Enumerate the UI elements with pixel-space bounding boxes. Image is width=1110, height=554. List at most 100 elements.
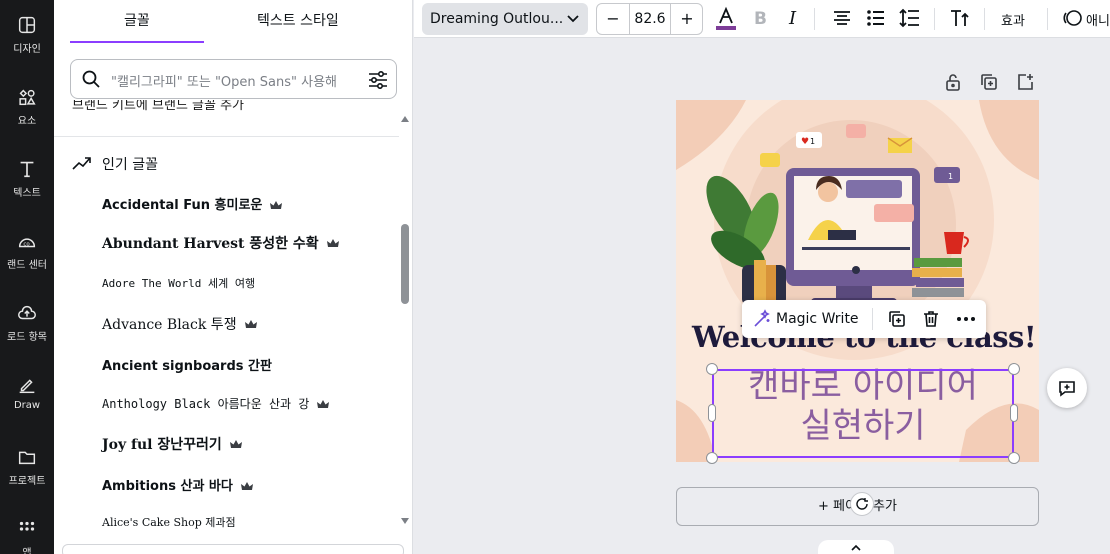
more-options-icon[interactable]	[955, 309, 977, 329]
resize-handle-left[interactable]	[708, 404, 716, 422]
elements-icon	[19, 89, 36, 106]
svg-text:♥: ♥	[801, 137, 809, 147]
svg-text:co: co	[23, 242, 30, 248]
design-icon	[18, 16, 36, 34]
animate-icon[interactable]	[1060, 6, 1084, 30]
rail-item-apps[interactable]: 앱	[0, 516, 54, 554]
font-option[interactable]: Ancient signboards 간판	[102, 355, 272, 374]
lock-icon[interactable]	[943, 72, 963, 92]
trash-icon[interactable]	[921, 309, 941, 329]
toolbar-divider	[1047, 8, 1048, 30]
magic-wand-icon	[754, 309, 770, 327]
draw-icon	[19, 379, 35, 394]
increase-size-button[interactable]: +	[671, 4, 703, 34]
selection-box[interactable]	[712, 369, 1014, 458]
filter-icon[interactable]	[367, 69, 389, 91]
upload-icon	[18, 305, 36, 320]
scrollbar-thumb[interactable]	[401, 224, 409, 304]
panel-tabs: 글꼴 텍스트 스타일	[54, 0, 412, 44]
font-option[interactable]: Joy ful 장난꾸러기	[102, 434, 242, 454]
add-page-icon[interactable]	[1015, 72, 1035, 92]
font-option[interactable]: Alice's Cake Shop 제과점	[102, 514, 236, 530]
rail-label: 로드 항목	[7, 332, 47, 343]
crown-icon	[244, 320, 257, 328]
resize-handle-tl[interactable]	[706, 363, 718, 375]
scroll-down-arrow[interactable]	[401, 518, 409, 524]
rail-label: 프로젝트	[8, 476, 46, 487]
svg-text:I: I	[788, 8, 797, 29]
resize-handle-bl[interactable]	[706, 452, 718, 464]
crown-icon	[229, 440, 242, 448]
resize-handle-right[interactable]	[1010, 404, 1018, 422]
resize-handle-br[interactable]	[1008, 452, 1020, 464]
font-option[interactable]: Abundant Harvest 풍성한 수확	[102, 233, 339, 253]
text-color-icon[interactable]	[714, 6, 738, 30]
tab-fonts[interactable]: 글꼴	[124, 10, 150, 30]
font-size-stepper: − 82.6 +	[596, 3, 703, 35]
animate-button[interactable]: 애니	[1086, 10, 1110, 29]
rail-label: 앱	[22, 548, 32, 554]
font-panel: 글꼴 텍스트 스타일 "캘리그라피" 또는 "Open Sans" 사용해 브랜…	[54, 0, 413, 554]
add-comment-button[interactable]	[1047, 368, 1087, 408]
font-option[interactable]: Adore The World 세계 여행	[102, 275, 255, 291]
crown-icon	[240, 481, 253, 490]
font-option[interactable]: Ambitions 산과 바다	[102, 475, 253, 494]
font-option[interactable]: Advance Black 투쟁	[102, 314, 257, 334]
toolbar-divider	[934, 8, 935, 30]
rail-item-brand[interactable]: co 랜드 센터	[0, 228, 54, 288]
crown-icon	[326, 239, 339, 247]
font-option[interactable]: Anthology Black 아름다운 산과 강	[102, 395, 330, 412]
duplicate-icon[interactable]	[887, 309, 907, 329]
line-spacing-icon[interactable]	[898, 6, 922, 30]
divider	[54, 136, 399, 137]
font-family-value: Dreaming Outlou...	[430, 11, 562, 27]
font-option[interactable]: Accidental Fun 흥미로운	[102, 194, 283, 213]
apps-icon	[19, 521, 35, 531]
rail-item-uploads[interactable]: 로드 항목	[0, 300, 54, 360]
folder-icon	[18, 451, 36, 465]
rail-item-elements[interactable]: 요소	[0, 84, 54, 144]
toolbar-divider	[872, 308, 873, 330]
rail-label: 요소	[17, 116, 37, 127]
search-icon	[82, 70, 100, 88]
rail-label: Draw	[13, 400, 41, 411]
like-badge-count: 1	[810, 137, 815, 146]
text-toolbar: Dreaming Outlou... − 82.6 + B I 효과 애니	[414, 0, 1110, 38]
font-search-input[interactable]: "캘리그라피" 또는 "Open Sans" 사용해	[70, 59, 397, 99]
scroll-up-arrow[interactable]	[401, 116, 409, 122]
rail-item-text[interactable]: 텍스트	[0, 156, 54, 216]
canva-editor: 디자인 요소 텍스트 co 랜드 센터 로드 항목 Draw 프로젝트 앱 글꼴…	[0, 0, 1110, 554]
page-navigator-toggle[interactable]	[818, 540, 894, 554]
chevron-down-icon	[567, 15, 579, 23]
search-placeholder: "캘리그라피" 또는 "Open Sans" 사용해	[111, 75, 337, 90]
tab-text-styles[interactable]: 텍스트 스타일	[257, 10, 339, 30]
text-icon	[20, 161, 34, 178]
rail-item-draw[interactable]: Draw	[0, 372, 54, 432]
effects-button[interactable]: 효과	[1001, 10, 1025, 29]
bold-icon[interactable]: B	[748, 6, 772, 30]
rail-item-projects[interactable]: 프로젝트	[0, 444, 54, 504]
crown-icon	[270, 200, 283, 209]
toolbar-divider	[814, 8, 815, 30]
text-size-icon[interactable]	[948, 6, 972, 30]
resize-handle-tr[interactable]	[1008, 363, 1020, 375]
align-center-icon[interactable]	[830, 6, 854, 30]
chat-badge-count: 1	[948, 172, 953, 181]
panel-footer-button[interactable]	[62, 544, 404, 554]
brand-icon: co	[18, 238, 36, 248]
italic-icon[interactable]: I	[782, 6, 806, 30]
rail-label: 랜드 센터	[7, 260, 47, 271]
font-family-select[interactable]: Dreaming Outlou...	[422, 3, 588, 35]
rotate-handle[interactable]	[850, 492, 874, 516]
duplicate-page-icon[interactable]	[979, 72, 999, 92]
svg-text:B: B	[754, 9, 767, 29]
list-icon[interactable]	[864, 6, 888, 30]
rail-label: 텍스트	[13, 188, 41, 199]
chevron-up-icon	[851, 544, 861, 551]
brand-font-row[interactable]: 브랜드 키트에 브랜드 글꼴 추가	[72, 100, 244, 114]
decrease-size-button[interactable]: −	[597, 4, 629, 34]
font-size-input[interactable]: 82.6	[629, 4, 671, 34]
rail-item-design[interactable]: 디자인	[0, 12, 54, 72]
toolbar-divider	[984, 8, 985, 30]
magic-write-button[interactable]: Magic Write	[776, 311, 859, 327]
